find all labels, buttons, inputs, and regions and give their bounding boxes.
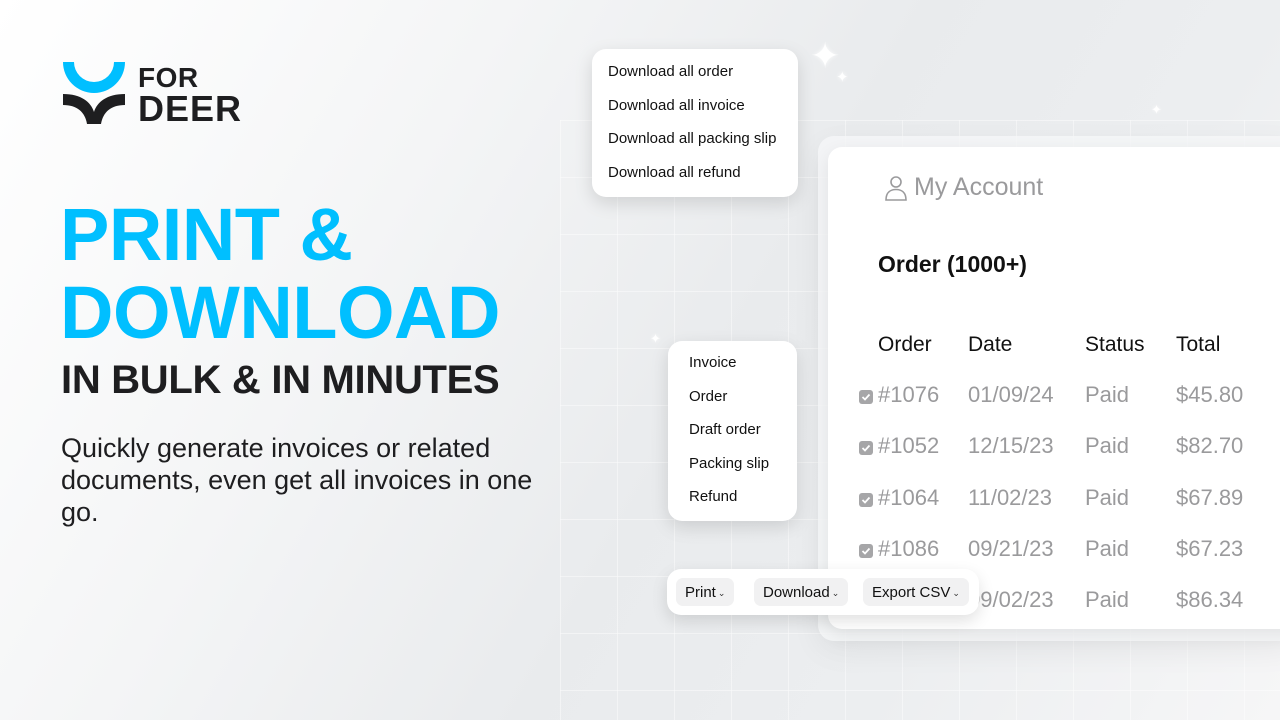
document-type-menu: Invoice Order Draft order Packing slip R… <box>668 341 797 521</box>
table-row[interactable]: #1076 01/09/24 Paid $45.80 <box>828 382 1280 412</box>
cell-status: Paid <box>1085 433 1130 458</box>
menu-item-download-all-packing-slip[interactable]: Download all packing slip <box>608 130 798 164</box>
headline-line1: PRINT & <box>60 193 353 276</box>
cell-date: 01/09/24 <box>968 382 1054 407</box>
headline-line2: DOWNLOAD <box>60 271 500 354</box>
cell-date: 12/15/23 <box>968 433 1054 458</box>
brand-name-line2: DEER <box>138 88 243 129</box>
cell-order[interactable]: #1064 <box>878 485 939 511</box>
fordeer-logo-icon <box>63 62 125 124</box>
download-button[interactable]: Download ⌄ <box>754 578 849 606</box>
row-checkbox[interactable] <box>859 390 873 404</box>
chevron-down-icon: ⌄ <box>831 588 840 598</box>
export-csv-button[interactable]: Export CSV ⌄ <box>863 578 969 606</box>
cell-order[interactable]: #1086 <box>878 536 939 562</box>
cell-status: Paid <box>1085 382 1130 407</box>
cell-status: Paid <box>1085 536 1130 561</box>
brand-logo: FOR DEER <box>61 60 243 129</box>
menu-item-refund[interactable]: Refund <box>689 488 797 522</box>
menu-item-draft-order[interactable]: Draft order <box>689 421 797 455</box>
cell-order[interactable]: #1076 <box>878 382 939 408</box>
menu-item-packing-slip[interactable]: Packing slip <box>689 455 797 489</box>
menu-item-download-all-invoice[interactable]: Download all invoice <box>608 97 798 131</box>
sparkle-icon: ✦ <box>836 69 849 86</box>
cell-total: $45.80 <box>1176 382 1244 407</box>
menu-item-order[interactable]: Order <box>689 388 797 422</box>
order-count-title: Order (1000+) <box>878 251 1027 277</box>
print-button[interactable]: Print ⌄ <box>676 578 735 606</box>
column-header-status: Status <box>1085 333 1145 356</box>
hero-description: Quickly generate invoices or related doc… <box>61 433 533 527</box>
hero-subheadline: IN BULK & IN MINUTES <box>61 358 500 402</box>
cell-total: $86.34 <box>1176 587 1244 612</box>
user-icon <box>885 175 907 201</box>
brand-name: FOR DEER <box>138 62 243 129</box>
hero-headline: PRINT & DOWNLOAD <box>60 196 500 352</box>
chevron-down-icon: ⌄ <box>952 588 960 598</box>
cell-total: $67.23 <box>1176 536 1244 561</box>
checkmark-icon <box>861 393 871 401</box>
column-header-date: Date <box>968 333 1013 356</box>
table-row[interactable]: #1086 09/21/23 Paid $67.23 <box>828 536 1280 566</box>
menu-item-download-all-refund[interactable]: Download all refund <box>608 164 798 198</box>
chevron-down-icon: ⌄ <box>717 588 726 598</box>
download-all-menu: Download all order Download all invoice … <box>592 49 798 197</box>
cell-order[interactable]: #1052 <box>878 433 939 459</box>
table-row[interactable]: #1064 11/02/23 Paid $67.89 <box>828 485 1280 515</box>
menu-item-download-all-order[interactable]: Download all order <box>608 63 798 97</box>
sparkle-icon: ✦ <box>650 331 661 346</box>
column-header-total: Total <box>1176 333 1221 356</box>
my-account-label: My Account <box>914 173 1044 201</box>
cell-date: 09/21/23 <box>968 536 1054 561</box>
checkmark-icon <box>861 444 871 452</box>
row-checkbox[interactable] <box>859 493 873 507</box>
cell-total: $82.70 <box>1176 433 1244 458</box>
table-row[interactable]: #1052 12/15/23 Paid $82.70 <box>828 433 1280 463</box>
export-csv-button-label: Export CSV <box>872 583 951 601</box>
action-toolbar: Print ⌄ Download ⌄ Export CSV ⌄ <box>667 569 979 615</box>
download-button-label: Download <box>763 583 830 601</box>
row-checkbox[interactable] <box>859 441 873 455</box>
cell-total: $67.89 <box>1176 485 1244 510</box>
menu-item-invoice[interactable]: Invoice <box>689 354 797 388</box>
column-header-order: Order <box>878 333 932 356</box>
my-account-header[interactable]: My Account <box>884 173 1043 202</box>
checkmark-icon <box>861 496 871 504</box>
row-checkbox[interactable] <box>859 544 873 558</box>
account-panel: My Account Order (1000+) Order Date Stat… <box>828 147 1280 629</box>
print-button-label: Print <box>685 583 716 601</box>
sparkle-icon: ✦ <box>1151 102 1162 117</box>
cell-date: 09/02/23 <box>968 587 1054 612</box>
cell-date: 11/02/23 <box>968 485 1053 510</box>
cell-status: Paid <box>1085 485 1130 510</box>
checkmark-icon <box>861 547 871 555</box>
cell-status: Paid <box>1085 587 1130 612</box>
